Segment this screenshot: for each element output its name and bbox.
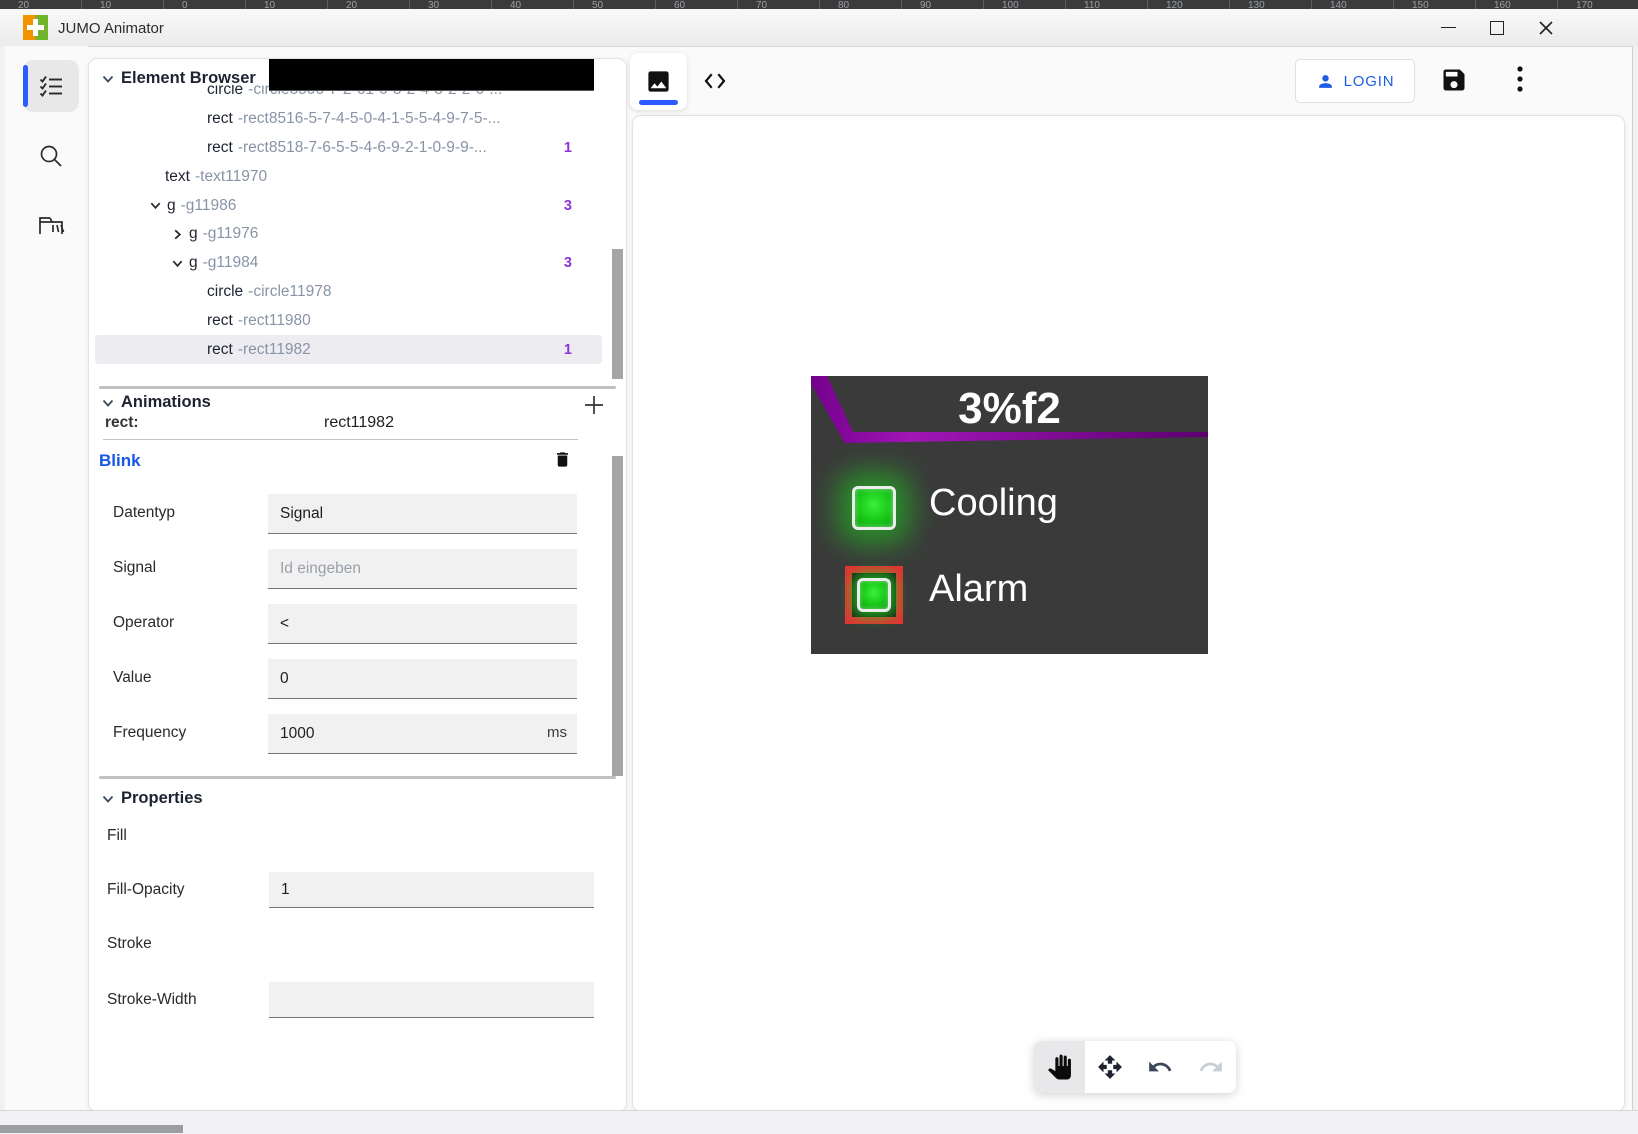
tree-row[interactable]: g -g11984 3 xyxy=(95,249,602,278)
datentyp-input[interactable] xyxy=(268,494,577,534)
tree-scrollbar-thumb[interactable] xyxy=(612,249,623,379)
tree-row[interactable]: text -text11970 xyxy=(95,162,602,191)
window-bottom-strip xyxy=(0,1110,1638,1134)
signal-id-input[interactable] xyxy=(268,549,577,589)
widget-title[interactable]: 3%f2 xyxy=(811,384,1208,434)
tree-row[interactable]: rect -rect8516-5-7-4-5-0-4-1-5-5-4-9-7-5… xyxy=(95,105,602,134)
window-title: JUMO Animator xyxy=(58,20,164,37)
hand-pan-icon xyxy=(1047,1054,1072,1080)
chevron-right-icon[interactable] xyxy=(171,228,184,241)
undo-icon xyxy=(1147,1054,1173,1080)
rail-item-library[interactable] xyxy=(23,200,79,252)
alarm-label[interactable]: Alarm xyxy=(929,568,1028,611)
canvas-toolbar xyxy=(1034,1041,1236,1093)
frequency-input[interactable] xyxy=(268,714,577,754)
library-folder-icon xyxy=(37,213,65,239)
undo-button[interactable] xyxy=(1135,1041,1186,1093)
overflow-menu-button[interactable] xyxy=(1506,62,1534,96)
animation-name-link[interactable]: Blink xyxy=(99,451,141,471)
animations-header[interactable]: Animations xyxy=(101,393,211,412)
save-button[interactable] xyxy=(1440,66,1468,94)
trash-icon xyxy=(553,449,572,470)
tab-code-view[interactable] xyxy=(698,67,732,95)
move-icon xyxy=(1097,1054,1123,1080)
tree-row-selected[interactable]: rect -rect11982 1 xyxy=(95,335,602,364)
search-icon xyxy=(38,143,64,169)
tree-row[interactable]: g -g11986 3 xyxy=(95,191,602,220)
field-label: Datentyp xyxy=(113,504,175,522)
move-tool-button[interactable] xyxy=(1085,1041,1136,1093)
cooling-label[interactable]: Cooling xyxy=(929,482,1058,525)
field-label: Operator xyxy=(113,614,174,632)
svg-widget-panel[interactable]: 3%f2 Cooling Alarm xyxy=(811,376,1208,654)
panel-scrollbar-thumb[interactable] xyxy=(612,456,623,776)
active-tab-indicator xyxy=(639,100,678,105)
maximize-button[interactable] xyxy=(1474,9,1520,46)
property-label: Fill-Opacity xyxy=(107,881,185,899)
window-border-right xyxy=(1632,46,1638,1110)
chevron-down-icon xyxy=(101,396,115,410)
title-bar: JUMO Animator xyxy=(0,9,1638,47)
rail-item-search[interactable] xyxy=(23,130,79,182)
divider xyxy=(103,439,578,440)
tree-row[interactable]: g -g11976 xyxy=(95,220,602,249)
value-input[interactable] xyxy=(268,659,577,699)
tab-design-view[interactable] xyxy=(630,53,687,110)
property-label: Stroke-Width xyxy=(107,991,197,1009)
checklist-icon xyxy=(38,73,64,99)
rail-item-elements[interactable] xyxy=(23,60,79,112)
plus-icon xyxy=(583,394,605,416)
property-label: Fill xyxy=(107,827,127,845)
field-label: Signal xyxy=(113,559,156,577)
image-icon xyxy=(645,68,672,95)
background-ruler: 2010 010 2030 4050 6070 8090 100110 1201… xyxy=(0,0,1638,9)
minimize-button[interactable] xyxy=(1425,9,1471,46)
tree-row[interactable]: circle -circle11978 xyxy=(95,278,602,307)
login-button[interactable]: LOGIN xyxy=(1295,59,1415,103)
chevron-down-icon xyxy=(101,72,115,86)
add-animation-button[interactable] xyxy=(582,393,606,417)
frequency-unit: ms xyxy=(547,724,567,741)
section-divider xyxy=(99,386,616,389)
drawing-canvas[interactable]: 3%f2 Cooling Alarm xyxy=(632,115,1625,1112)
alarm-led-indicator[interactable] xyxy=(857,578,891,612)
delete-animation-button[interactable] xyxy=(553,449,572,470)
tree-row[interactable]: rect -rect8518-7-6-5-5-4-6-9-2-1-0-9-9-.… xyxy=(95,134,602,163)
pan-tool-button[interactable] xyxy=(1034,1041,1085,1093)
redo-icon xyxy=(1198,1054,1224,1080)
inspector-panel: Element Browser circle -circle8506-7-2-6… xyxy=(88,58,627,1112)
code-icon xyxy=(700,69,730,93)
animation-target-label: rect: xyxy=(105,414,139,432)
left-rail xyxy=(5,46,88,1110)
save-icon xyxy=(1440,66,1468,94)
alarm-red-frame[interactable] xyxy=(845,566,903,624)
field-label: Frequency xyxy=(113,724,186,742)
operator-input[interactable] xyxy=(268,604,577,644)
section-divider xyxy=(99,776,616,779)
element-tree: circle -circle8506-7-2-61-0-8-2-4-8-2-2-… xyxy=(89,85,612,385)
person-icon xyxy=(1316,72,1335,91)
properties-header[interactable]: Properties xyxy=(101,789,203,808)
chevron-down-icon[interactable] xyxy=(171,257,184,270)
stroke-color-swatch[interactable] xyxy=(269,59,594,91)
cooling-led-indicator[interactable] xyxy=(852,486,896,530)
redo-button[interactable] xyxy=(1186,1041,1237,1093)
property-label: Stroke xyxy=(107,935,152,953)
login-button-label: LOGIN xyxy=(1344,73,1395,90)
stroke-width-input[interactable] xyxy=(269,982,594,1018)
background-edge-block xyxy=(0,1125,183,1133)
animation-target-value: rect11982 xyxy=(239,414,479,432)
fill-opacity-input[interactable] xyxy=(269,872,594,908)
close-button[interactable] xyxy=(1523,9,1569,46)
field-label: Value xyxy=(113,669,152,687)
kebab-menu-icon xyxy=(1517,65,1523,93)
alarm-led-background xyxy=(852,573,896,617)
jumo-plus-icon xyxy=(23,15,48,40)
tree-row[interactable]: rect -rect11980 xyxy=(95,306,602,335)
chevron-down-icon xyxy=(101,792,115,806)
chevron-down-icon[interactable] xyxy=(149,199,162,212)
